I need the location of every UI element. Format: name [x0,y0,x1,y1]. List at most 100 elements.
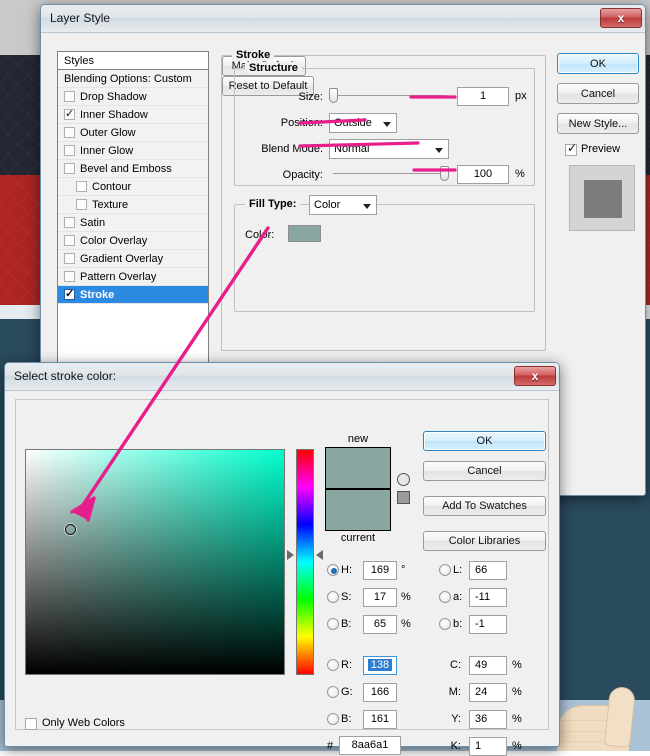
ok-button[interactable]: OK [423,431,546,451]
styles-list-item-drop-shadow[interactable]: Drop Shadow [58,88,208,106]
styles-list-item-bevel-and-emboss[interactable]: Bevel and Emboss [58,160,208,178]
input-l[interactable]: 66 [469,561,507,580]
styles-list-item-label: Pattern Overlay [80,268,156,286]
new-style-button[interactable]: New Style... [557,113,639,134]
radio-a[interactable] [439,591,451,603]
only-web-colors-checkbox[interactable] [25,718,37,730]
radio-h[interactable] [327,564,339,576]
preview-checkbox[interactable] [565,144,577,156]
fill-type-dropdown[interactable]: Color [309,195,377,215]
styles-list-item-pattern-overlay[interactable]: Pattern Overlay [58,268,208,286]
saturation-brightness-field[interactable] [25,449,285,675]
blend-mode-value: Normal [334,143,369,155]
color-selector-ring[interactable] [65,524,76,535]
layer-style-titlebar[interactable]: Layer Style x [41,5,645,33]
size-input[interactable]: 1 [457,87,509,106]
opacity-slider[interactable] [329,165,451,182]
radio-s[interactable] [327,591,339,603]
position-dropdown[interactable]: Outside [329,113,397,133]
thumbs-up-illustration [555,671,650,751]
label-g: G: [341,686,357,698]
styles-list-item-checkbox[interactable] [64,271,75,282]
hand-thumb [604,686,636,748]
opacity-slider-knob[interactable] [440,166,449,181]
color-libraries-button[interactable]: Color Libraries [423,531,546,551]
preview-thumbnail-shape [584,180,622,218]
styles-list-item-inner-shadow[interactable]: Inner Shadow [58,106,208,124]
label-s: S: [341,591,357,603]
input-y[interactable]: 36 [469,710,507,729]
styles-list-item-label: Gradient Overlay [80,250,163,268]
radio-r[interactable] [327,659,339,671]
styles-list-item-color-overlay[interactable]: Color Overlay [58,232,208,250]
input-b[interactable]: -1 [469,615,507,634]
styles-list-item-inner-glow[interactable]: Inner Glow [58,142,208,160]
size-slider[interactable] [329,87,451,104]
radio-g[interactable] [327,686,339,698]
styles-list-item-label: Bevel and Emboss [80,160,172,178]
styles-list-item-stroke[interactable]: Stroke [58,286,208,304]
styles-list-item-checkbox[interactable] [64,253,75,264]
size-slider-track [333,95,447,96]
unit-k: % [512,740,528,752]
input-b2[interactable]: 161 [363,710,397,729]
color-picker-titlebar[interactable]: Select stroke color: x [5,363,559,391]
styles-list-item-contour[interactable]: Contour [58,178,208,196]
styles-list-item-checkbox[interactable] [64,91,75,102]
radio-b2[interactable] [327,713,339,725]
input-c[interactable]: 49 [469,656,507,675]
input-b[interactable]: 65 [363,615,397,634]
styles-list-item-checkbox[interactable] [64,163,75,174]
position-label: Position: [235,117,323,129]
close-icon[interactable]: x [600,8,642,28]
input-a[interactable]: -11 [469,588,507,607]
current-color-swatch[interactable] [325,489,391,531]
input-g[interactable]: 166 [363,683,397,702]
hue-slider[interactable] [296,449,314,675]
cancel-button[interactable]: Cancel [423,461,546,481]
styles-list-item-outer-glow[interactable]: Outer Glow [58,124,208,142]
color-picker-dialog: Select stroke color: x Only Web Colors n… [4,362,560,747]
add-to-swatches-button[interactable]: Add To Swatches [423,496,546,516]
close-icon[interactable]: x [514,366,556,386]
size-slider-knob[interactable] [329,88,338,103]
styles-list-item-checkbox[interactable] [76,181,87,192]
blend-mode-dropdown[interactable]: Normal [329,139,449,159]
styles-list-item-checkbox[interactable] [76,199,87,210]
radio-b[interactable] [439,618,451,630]
styles-list[interactable]: StylesBlending Options: CustomDrop Shado… [57,51,209,371]
styles-list-item-satin[interactable]: Satin [58,214,208,232]
input-s[interactable]: 17 [363,588,397,607]
styles-list-item-blending-options-custom[interactable]: Blending Options: Custom [58,70,208,88]
styles-list-item-checkbox[interactable] [64,109,75,120]
styles-list-item-checkbox[interactable] [64,127,75,138]
styles-list-item-label: Color Overlay [80,232,147,250]
opacity-input[interactable]: 100 [457,165,509,184]
styles-list-item-checkbox[interactable] [64,217,75,228]
styles-list-item-checkbox[interactable] [64,289,75,300]
hex-input[interactable]: 8aa6a1 [339,736,401,755]
stroke-legend: Stroke [232,49,274,61]
styles-list-item-gradient-overlay[interactable]: Gradient Overlay [58,250,208,268]
input-h[interactable]: 169 [363,561,397,580]
input-k[interactable]: 1 [469,737,507,756]
styles-list-item-checkbox[interactable] [64,235,75,246]
styles-list-item-texture[interactable]: Texture [58,196,208,214]
label-b2: B: [341,713,357,725]
input-r[interactable]: 138 [363,656,397,675]
styles-list-item-checkbox[interactable] [64,145,75,156]
radio-b[interactable] [327,618,339,630]
styles-list-item-label: Inner Glow [80,142,133,160]
stroke-fieldset: Stroke Structure Size: 1 px Position: Ou… [221,55,546,351]
gamut-warning-icon[interactable] [397,473,410,486]
input-m[interactable]: 24 [469,683,507,702]
web-safe-color-icon[interactable] [397,491,410,504]
color-swatch-button[interactable] [288,225,321,242]
label-m: M: [437,686,461,698]
unit-h: ° [401,564,415,576]
ok-button[interactable]: OK [557,53,639,74]
cancel-button[interactable]: Cancel [557,83,639,104]
unit-s: % [401,591,415,603]
preview-label: Preview [581,143,620,155]
radio-l[interactable] [439,564,451,576]
